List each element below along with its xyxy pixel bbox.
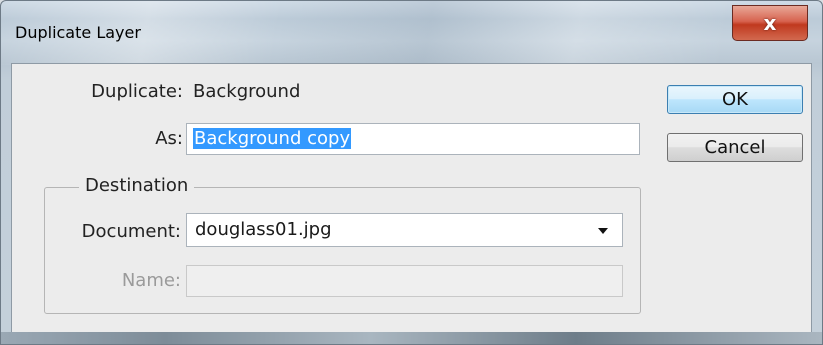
- document-value: douglass01.jpg: [195, 219, 332, 240]
- window-title: Duplicate Layer: [15, 23, 141, 42]
- title-bar[interactable]: Duplicate Layer x: [1, 1, 822, 63]
- close-button[interactable]: x: [732, 5, 808, 41]
- as-label: As:: [155, 128, 183, 149]
- as-input-value: Background copy: [193, 128, 352, 149]
- ok-button[interactable]: OK: [667, 85, 803, 114]
- chevron-down-icon: [598, 228, 608, 234]
- as-input[interactable]: Background copy: [186, 123, 640, 155]
- dialog-window: Duplicate Layer x Duplicate: Background …: [0, 0, 823, 345]
- duplicate-label: Duplicate:: [91, 81, 183, 102]
- name-input[interactable]: [186, 265, 623, 297]
- duplicate-value: Background: [193, 81, 301, 102]
- document-label: Document:: [81, 221, 181, 242]
- name-label: Name:: [121, 270, 181, 291]
- close-icon: x: [763, 11, 777, 35]
- destination-legend: Destination: [79, 175, 195, 196]
- dialog-body: Duplicate: Background As: Background cop…: [11, 63, 812, 337]
- document-dropdown[interactable]: douglass01.jpg: [186, 213, 623, 247]
- cancel-button[interactable]: Cancel: [667, 133, 803, 162]
